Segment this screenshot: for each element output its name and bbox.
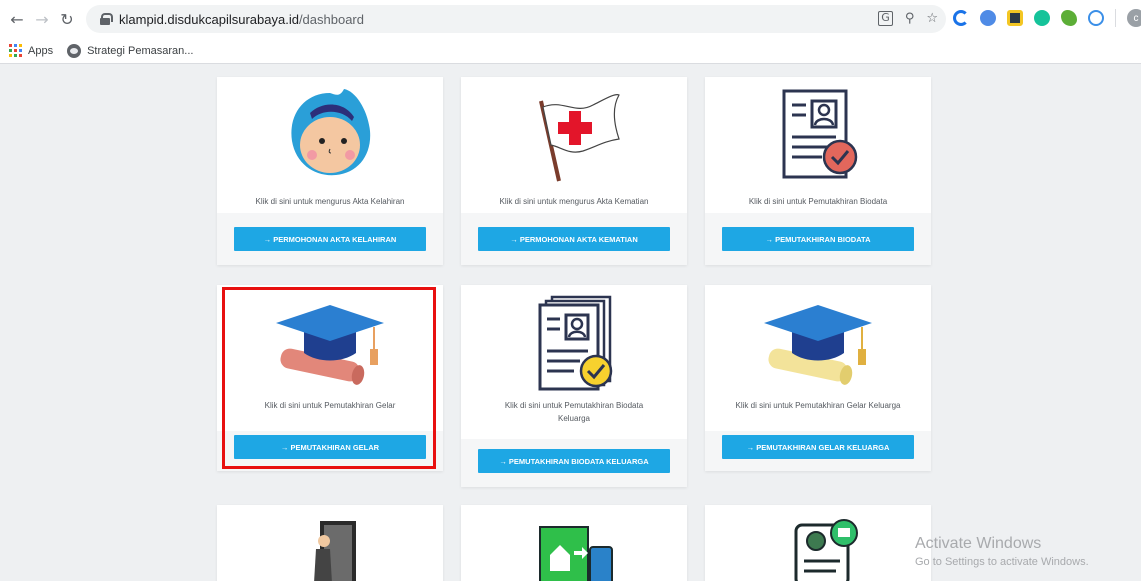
card-pemutakhiran-biodata: Klik di sini untuk Pemutakhiran Biodata … bbox=[705, 77, 931, 265]
note-extension-icon[interactable] bbox=[1007, 10, 1023, 26]
card-row3-certificate bbox=[705, 505, 931, 581]
forward-arrow-icon[interactable]: → bbox=[31, 8, 53, 30]
card-akta-kelahiran: Klik di sini untuk mengurus Akta Kelahir… bbox=[217, 77, 443, 265]
bookmark-favicon-icon bbox=[67, 43, 82, 58]
zoom-icon[interactable]: ⚲ bbox=[905, 11, 915, 26]
card-pemutakhiran-biodata-keluarga: Klik di sini untuk Pemutakhiran Biodata … bbox=[461, 285, 687, 487]
certificate-printer-illustration bbox=[705, 515, 931, 581]
leaf-extension-icon[interactable] bbox=[1061, 10, 1077, 26]
card-footer: → PEMUTAKHIRAN BIODATA KELUARGA bbox=[461, 439, 687, 487]
apps-bookmark[interactable]: Apps bbox=[28, 45, 53, 57]
grammarly-extension-icon[interactable] bbox=[1034, 10, 1050, 26]
card-description: Klik di sini untuk Pemutakhiran Gelar Ke… bbox=[735, 401, 901, 410]
apps-grid-icon[interactable] bbox=[9, 44, 22, 57]
bookmarks-bar: Apps Strategi Pemasaran... bbox=[0, 38, 1141, 64]
url-host: klampid.disdukcapilsurabaya.id bbox=[119, 11, 299, 27]
toolbar-divider bbox=[1115, 9, 1116, 27]
card-akta-kematian: Klik di sini untuk mengurus Akta Kematia… bbox=[461, 77, 687, 265]
sync-extension-icon[interactable] bbox=[953, 10, 969, 26]
card-description: Klik di sini untuk Pemutakhiran Biodata … bbox=[504, 401, 644, 423]
globe-extension-icon[interactable] bbox=[980, 10, 996, 26]
baby-illustration bbox=[217, 87, 443, 181]
strategi-bookmark[interactable]: Strategi Pemasaran... bbox=[87, 45, 193, 57]
card-pemutakhiran-gelar-keluarga: Klik di sini untuk Pemutakhiran Gelar Ke… bbox=[705, 285, 931, 471]
translate-icon[interactable]: G bbox=[878, 11, 893, 26]
url-path: /dashboard bbox=[298, 11, 364, 27]
bookmark-star-icon[interactable]: ☆ bbox=[926, 11, 938, 26]
card-footer: → PEMUTAKHIRAN GELAR KELUARGA bbox=[705, 431, 931, 471]
moving-house-illustration bbox=[461, 521, 687, 581]
browser-toolbar: ← → ↻ klampid.disdukcapilsurabaya.id/das… bbox=[0, 0, 1141, 38]
pemutakhiran-biodata-button[interactable]: → PEMUTAKHIRAN BIODATA bbox=[722, 227, 914, 251]
selection-highlight bbox=[222, 287, 436, 469]
card-description: Klik di sini untuk Pemutakhiran Biodata bbox=[748, 197, 888, 206]
door-exit-illustration bbox=[217, 517, 443, 581]
profile-avatar[interactable]: c bbox=[1127, 9, 1141, 27]
permohonan-akta-kematian-button[interactable]: → PERMOHONAN AKTA KEMATIAN bbox=[478, 227, 670, 251]
card-footer: → PEMUTAKHIRAN BIODATA bbox=[705, 213, 931, 265]
card-description: Klik di sini untuk mengurus Akta Kelahir… bbox=[255, 197, 405, 206]
card-footer: → PERMOHONAN AKTA KELAHIRAN bbox=[217, 213, 443, 265]
reload-icon[interactable]: ↻ bbox=[56, 8, 78, 30]
permohonan-akta-kelahiran-button[interactable]: → PERMOHONAN AKTA KELAHIRAN bbox=[234, 227, 426, 251]
family-documents-illustration bbox=[461, 295, 687, 395]
watermark-title: Activate Windows bbox=[915, 535, 1042, 552]
address-bar[interactable]: klampid.disdukcapilsurabaya.id/dashboard… bbox=[86, 5, 946, 33]
card-description: Klik di sini untuk mengurus Akta Kematia… bbox=[499, 197, 649, 206]
watermark-subtitle: Go to Settings to activate Windows. bbox=[915, 556, 1089, 568]
graduation-cap-yellow-diploma-illustration bbox=[705, 303, 931, 385]
infinity-extension-icon[interactable] bbox=[1088, 10, 1104, 26]
lock-icon bbox=[100, 13, 113, 25]
biodata-document-illustration bbox=[705, 87, 931, 183]
pemutakhiran-biodata-keluarga-button[interactable]: → PEMUTAKHIRAN BIODATA KELUARGA bbox=[478, 449, 670, 473]
url-text[interactable]: klampid.disdukcapilsurabaya.id/dashboard bbox=[119, 12, 364, 27]
windows-activation-watermark: Activate Windows Go to Settings to activ… bbox=[915, 535, 1089, 568]
card-row3-move-house bbox=[461, 505, 687, 581]
card-row3-door bbox=[217, 505, 443, 581]
pemutakhiran-gelar-keluarga-button[interactable]: → PEMUTAKHIRAN GELAR KELUARGA bbox=[722, 435, 914, 459]
back-arrow-icon[interactable]: ← bbox=[6, 8, 28, 30]
red-cross-flag-illustration bbox=[461, 85, 687, 185]
card-footer: → PERMOHONAN AKTA KEMATIAN bbox=[461, 213, 687, 265]
